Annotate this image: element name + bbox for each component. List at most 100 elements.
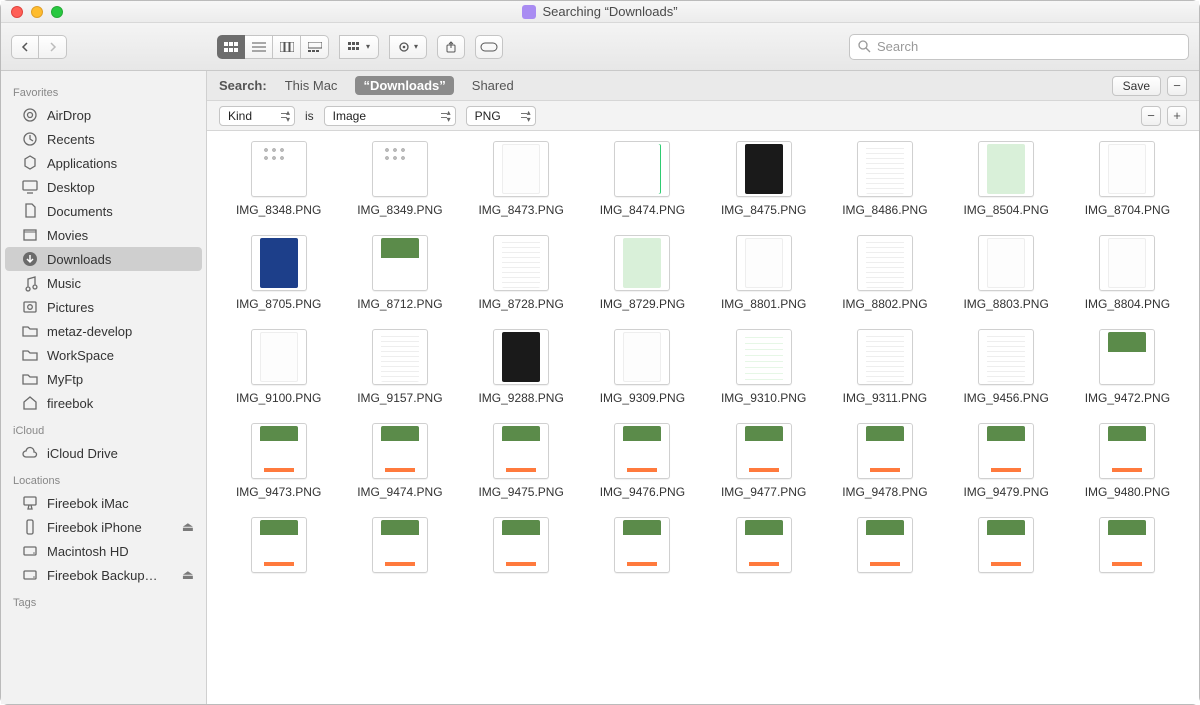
sidebar-item-music[interactable]: Music xyxy=(1,271,206,295)
file-item[interactable] xyxy=(706,517,821,579)
sidebar-item-label: Music xyxy=(47,276,81,291)
sidebar-item-documents[interactable]: Documents xyxy=(1,199,206,223)
file-item[interactable]: IMG_8802.PNG xyxy=(827,235,942,311)
sidebar-item-fireebok-imac[interactable]: Fireebok iMac xyxy=(1,491,206,515)
save-search-button[interactable]: Save xyxy=(1112,76,1161,96)
file-item[interactable]: IMG_8803.PNG xyxy=(949,235,1064,311)
file-item[interactable]: IMG_8473.PNG xyxy=(464,141,579,217)
file-item[interactable]: IMG_9473.PNG xyxy=(221,423,336,499)
add-filter-button[interactable]: + xyxy=(1167,106,1187,126)
remove-criteria-button[interactable]: − xyxy=(1167,76,1187,96)
search-input[interactable] xyxy=(877,39,1180,54)
file-thumbnail xyxy=(251,141,307,197)
file-item[interactable]: IMG_9480.PNG xyxy=(1070,423,1185,499)
file-thumbnail xyxy=(857,423,913,479)
file-name-label: IMG_8712.PNG xyxy=(357,297,442,311)
file-item[interactable]: IMG_9479.PNG xyxy=(949,423,1064,499)
file-name-label: IMG_9309.PNG xyxy=(600,391,685,405)
titlebar: Searching “Downloads” xyxy=(1,1,1199,23)
file-item[interactable]: IMG_9288.PNG xyxy=(464,329,579,405)
file-thumbnail xyxy=(978,235,1034,291)
file-item[interactable]: IMG_8474.PNG xyxy=(585,141,700,217)
tags-button[interactable] xyxy=(475,35,503,59)
eject-icon[interactable]: ⏏ xyxy=(182,519,194,535)
file-item[interactable]: IMG_9456.PNG xyxy=(949,329,1064,405)
file-item[interactable]: IMG_9157.PNG xyxy=(342,329,457,405)
sidebar-item-recents[interactable]: Recents xyxy=(1,127,206,151)
file-item[interactable] xyxy=(342,517,457,579)
view-column-button[interactable] xyxy=(273,35,301,59)
file-name-label: IMG_9477.PNG xyxy=(721,485,806,499)
file-name-label: IMG_9310.PNG xyxy=(721,391,806,405)
file-item[interactable]: IMG_9475.PNG xyxy=(464,423,579,499)
sidebar-item-movies[interactable]: Movies xyxy=(1,223,206,247)
file-item[interactable]: IMG_9477.PNG xyxy=(706,423,821,499)
file-item[interactable]: IMG_8729.PNG xyxy=(585,235,700,311)
file-item[interactable] xyxy=(464,517,579,579)
search-label: Search: xyxy=(219,78,267,93)
chevron-down-icon: ▾ xyxy=(414,42,418,51)
file-item[interactable]: IMG_8486.PNG xyxy=(827,141,942,217)
file-item[interactable]: IMG_8704.PNG xyxy=(1070,141,1185,217)
scope-downloads[interactable]: “Downloads” xyxy=(355,76,453,95)
file-item[interactable]: IMG_8712.PNG xyxy=(342,235,457,311)
sidebar-item-workspace[interactable]: WorkSpace xyxy=(1,343,206,367)
file-name-label: IMG_9456.PNG xyxy=(963,391,1048,405)
file-item[interactable] xyxy=(585,517,700,579)
sidebar-item-downloads[interactable]: Downloads xyxy=(5,247,202,271)
file-item[interactable]: IMG_8475.PNG xyxy=(706,141,821,217)
file-item[interactable]: IMG_8348.PNG xyxy=(221,141,336,217)
sidebar-item-fireebok-backup-[interactable]: Fireebok Backup…⏏ xyxy=(1,563,206,587)
view-gallery-button[interactable] xyxy=(301,35,329,59)
file-thumbnail xyxy=(372,141,428,197)
sidebar-item-airdrop[interactable]: AirDrop xyxy=(1,103,206,127)
sidebar-item-icloud-drive[interactable]: iCloud Drive xyxy=(1,441,206,465)
file-item[interactable] xyxy=(949,517,1064,579)
view-icon-button[interactable] xyxy=(217,35,245,59)
filter-value1-select[interactable]: Image ▴▾ xyxy=(324,106,456,126)
file-item[interactable]: IMG_8801.PNG xyxy=(706,235,821,311)
chevron-down-icon: ▾ xyxy=(366,42,370,51)
forward-button[interactable] xyxy=(39,35,67,59)
file-name-label: IMG_9479.PNG xyxy=(963,485,1048,499)
search-field-container[interactable] xyxy=(849,34,1189,60)
view-list-button[interactable] xyxy=(245,35,273,59)
sidebar-item-metaz-develop[interactable]: metaz-develop xyxy=(1,319,206,343)
sidebar-item-fireebok-iphone[interactable]: Fireebok iPhone⏏ xyxy=(1,515,206,539)
file-thumbnail xyxy=(736,517,792,573)
file-item[interactable]: IMG_9309.PNG xyxy=(585,329,700,405)
file-item[interactable] xyxy=(1070,517,1185,579)
file-item[interactable]: IMG_9100.PNG xyxy=(221,329,336,405)
group-by-button[interactable]: ▾ xyxy=(339,35,379,59)
scope-shared[interactable]: Shared xyxy=(464,76,522,95)
sidebar-item-desktop[interactable]: Desktop xyxy=(1,175,206,199)
file-item[interactable]: IMG_8705.PNG xyxy=(221,235,336,311)
file-item[interactable]: IMG_9310.PNG xyxy=(706,329,821,405)
action-menu-button[interactable]: ▾ xyxy=(389,35,427,59)
file-item[interactable]: IMG_9472.PNG xyxy=(1070,329,1185,405)
sidebar-item-macintosh-hd[interactable]: Macintosh HD xyxy=(1,539,206,563)
file-item[interactable]: IMG_8504.PNG xyxy=(949,141,1064,217)
share-button[interactable] xyxy=(437,35,465,59)
filter-value2-select[interactable]: PNG ▴▾ xyxy=(466,106,536,126)
file-item[interactable]: IMG_9311.PNG xyxy=(827,329,942,405)
sidebar-item-myftp[interactable]: MyFtp xyxy=(1,367,206,391)
file-item[interactable] xyxy=(221,517,336,579)
file-item[interactable]: IMG_8349.PNG xyxy=(342,141,457,217)
eject-icon[interactable]: ⏏ xyxy=(182,567,194,583)
scope-this-mac[interactable]: This Mac xyxy=(277,76,346,95)
file-thumbnail xyxy=(372,329,428,385)
filter-attribute-select[interactable]: Kind ▴▾ xyxy=(219,106,295,126)
file-item[interactable]: IMG_9474.PNG xyxy=(342,423,457,499)
back-button[interactable] xyxy=(11,35,39,59)
file-item[interactable]: IMG_9478.PNG xyxy=(827,423,942,499)
file-item[interactable]: IMG_8804.PNG xyxy=(1070,235,1185,311)
remove-filter-button[interactable]: − xyxy=(1141,106,1161,126)
file-name-label: IMG_9472.PNG xyxy=(1085,391,1170,405)
sidebar-item-pictures[interactable]: Pictures xyxy=(1,295,206,319)
file-item[interactable]: IMG_9476.PNG xyxy=(585,423,700,499)
file-item[interactable]: IMG_8728.PNG xyxy=(464,235,579,311)
sidebar-item-fireebok[interactable]: fireebok xyxy=(1,391,206,415)
sidebar-item-applications[interactable]: Applications xyxy=(1,151,206,175)
file-item[interactable] xyxy=(827,517,942,579)
